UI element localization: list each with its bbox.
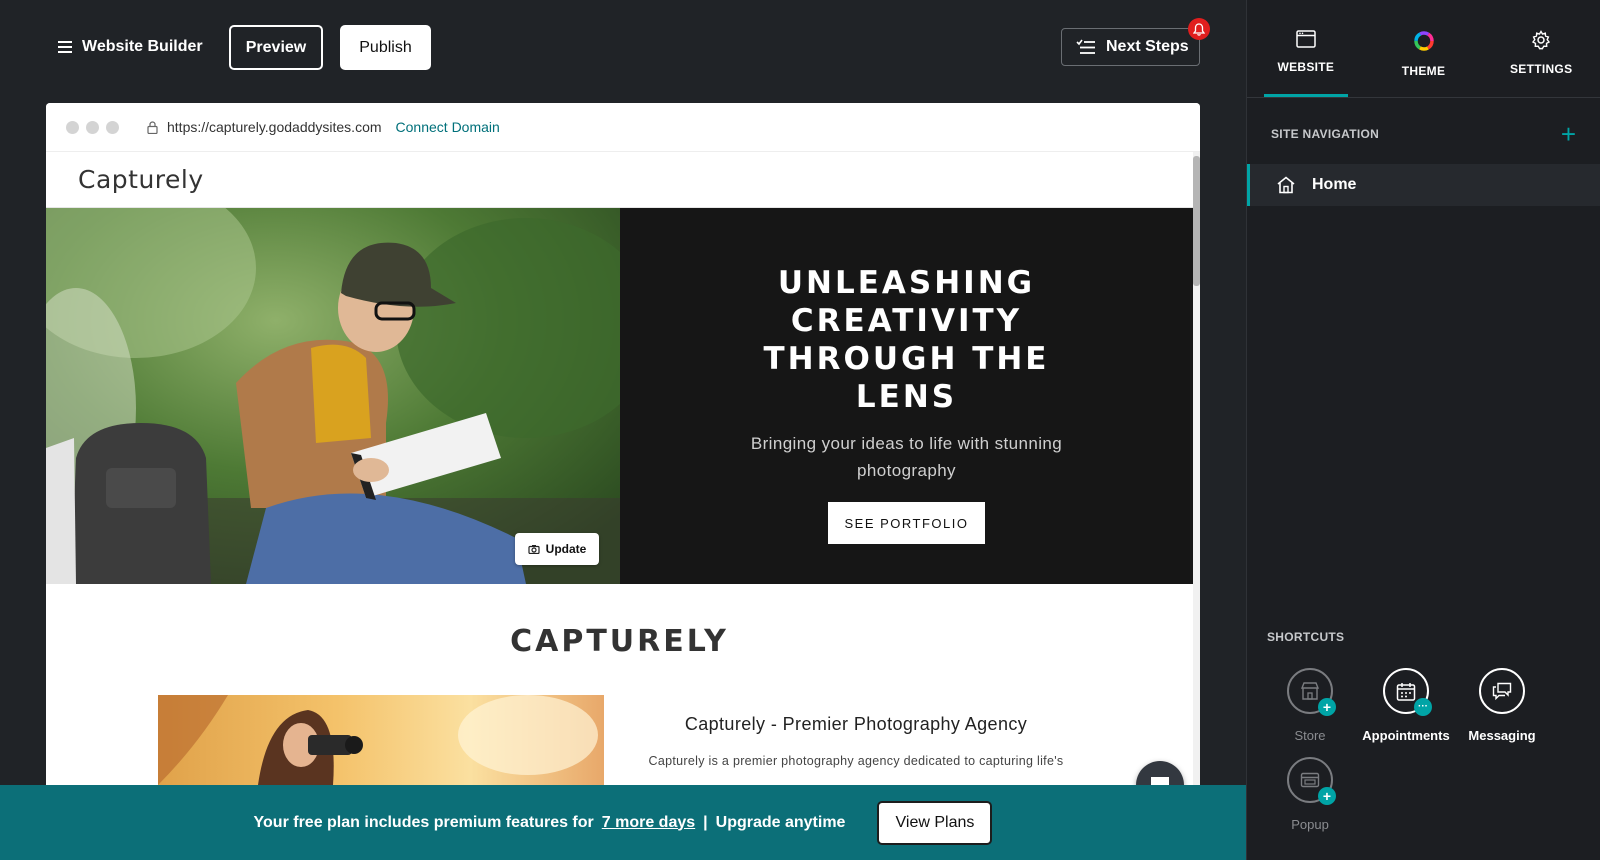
publish-button[interactable]: Publish <box>340 25 431 70</box>
shortcut-appointments[interactable]: ··· Appointments <box>1358 668 1454 743</box>
banner-upgrade-text: Upgrade anytime <box>715 813 846 831</box>
update-label: Update <box>545 542 587 556</box>
hero-text-panel[interactable]: UNLEASHING CREATIVITY THROUGH THE LENS B… <box>620 208 1193 584</box>
hamburger-icon <box>58 41 72 53</box>
woman-camera-photo <box>158 695 604 785</box>
hero-title[interactable]: UNLEASHING CREATIVITY THROUGH THE LENS <box>757 264 1057 416</box>
view-plans-button[interactable]: View Plans <box>877 800 993 845</box>
site-logo[interactable]: Capturely <box>78 165 204 194</box>
tab-website[interactable]: WEBSITE <box>1247 0 1365 97</box>
bell-icon <box>1193 22 1205 36</box>
see-portfolio-button[interactable]: SEE PORTFOLIO <box>828 502 985 544</box>
site-url: https://capturely.godaddysites.com <box>147 119 382 135</box>
hero-subtitle[interactable]: Bringing your ideas to life with stunnin… <box>737 430 1077 484</box>
tab-website-label: WEBSITE <box>1277 60 1335 74</box>
notification-badge <box>1188 18 1210 40</box>
site-preview-frame: https://capturely.godaddysites.com Conne… <box>46 103 1200 785</box>
tab-settings[interactable]: SETTINGS <box>1482 0 1600 97</box>
about-heading[interactable]: Capturely - Premier Photography Agency <box>641 714 1071 735</box>
appointments-badge: ··· <box>1414 698 1432 716</box>
banner-text: Your free plan includes premium features… <box>253 813 594 831</box>
next-steps-button[interactable]: Next Steps <box>1061 28 1200 66</box>
section-title[interactable]: CAPTURELY <box>46 624 1193 659</box>
top-bar: Website Builder Preview Publish Next Ste… <box>0 0 1246 96</box>
chat-bubble-icon <box>1151 777 1169 785</box>
nav-item-home-label: Home <box>1312 176 1357 193</box>
photographer-photo <box>46 208 620 584</box>
shortcut-messaging[interactable]: Messaging <box>1454 668 1550 743</box>
browser-window-icon <box>1296 30 1316 48</box>
window-dots <box>66 120 119 134</box>
shortcut-store[interactable]: + Store <box>1262 668 1358 743</box>
store-icon <box>1300 682 1320 700</box>
preview-button[interactable]: Preview <box>229 25 323 70</box>
gear-icon <box>1532 30 1551 50</box>
site-navigation-header: SITE NAVIGATION + <box>1247 121 1600 147</box>
hero-section[interactable]: Update UNLEASHING CREATIVITY THROUGH THE… <box>46 208 1193 584</box>
update-image-button[interactable]: Update <box>515 533 599 565</box>
editor-side-panel: WEBSITE THEME SETTINGS SITE NAVIGATION +… <box>1246 0 1600 860</box>
connect-domain-link[interactable]: Connect Domain <box>396 119 500 135</box>
color-wheel-icon <box>1413 31 1434 51</box>
banner-days-link[interactable]: 7 more days <box>602 814 695 832</box>
tab-settings-label: SETTINGS <box>1509 62 1573 76</box>
about-body-text[interactable]: Capturely is a premier photography agenc… <box>626 754 1086 768</box>
store-badge: + <box>1318 698 1336 716</box>
home-icon <box>1277 176 1295 194</box>
shortcut-messaging-label: Messaging <box>1468 728 1536 743</box>
popup-icon <box>1300 772 1320 788</box>
next-steps-label: Next Steps <box>1106 38 1189 55</box>
hero-image[interactable]: Update <box>46 208 620 584</box>
banner-separator: | <box>703 813 708 831</box>
calendar-icon <box>1396 682 1416 701</box>
scrollbar-thumb[interactable] <box>1193 156 1200 286</box>
shortcut-popup-label: Popup <box>1291 817 1329 832</box>
site-header[interactable]: Capturely <box>46 152 1193 208</box>
popup-badge: + <box>1318 787 1336 805</box>
camera-icon <box>528 545 540 554</box>
browser-url-bar: https://capturely.godaddysites.com Conne… <box>46 103 1200 152</box>
shortcuts-label: SHORTCUTS <box>1267 630 1345 644</box>
upgrade-banner: Your free plan includes premium features… <box>0 785 1246 860</box>
shortcut-popup[interactable]: + Popup <box>1262 757 1358 832</box>
panel-tabs: WEBSITE THEME SETTINGS <box>1247 0 1600 98</box>
website-canvas[interactable]: Capturely Update UNLEASHING CREATIVITY T… <box>46 152 1193 785</box>
main-menu-button[interactable]: Website Builder <box>58 38 203 56</box>
tab-theme[interactable]: THEME <box>1365 0 1483 97</box>
lock-icon <box>147 120 158 134</box>
shortcut-appointments-label: Appointments <box>1362 728 1450 743</box>
shortcut-store-label: Store <box>1294 728 1326 743</box>
url-text: https://capturely.godaddysites.com <box>167 119 382 135</box>
messaging-icon <box>1492 682 1512 700</box>
preview-scrollbar[interactable] <box>1193 152 1200 785</box>
checklist-icon <box>1076 39 1095 54</box>
tab-theme-label: THEME <box>1401 64 1446 78</box>
app-title: Website Builder <box>82 38 203 55</box>
nav-item-home[interactable]: Home <box>1247 164 1600 206</box>
site-navigation-label: SITE NAVIGATION <box>1271 127 1380 141</box>
about-image[interactable] <box>158 695 604 785</box>
add-page-icon[interactable]: + <box>1561 121 1576 147</box>
